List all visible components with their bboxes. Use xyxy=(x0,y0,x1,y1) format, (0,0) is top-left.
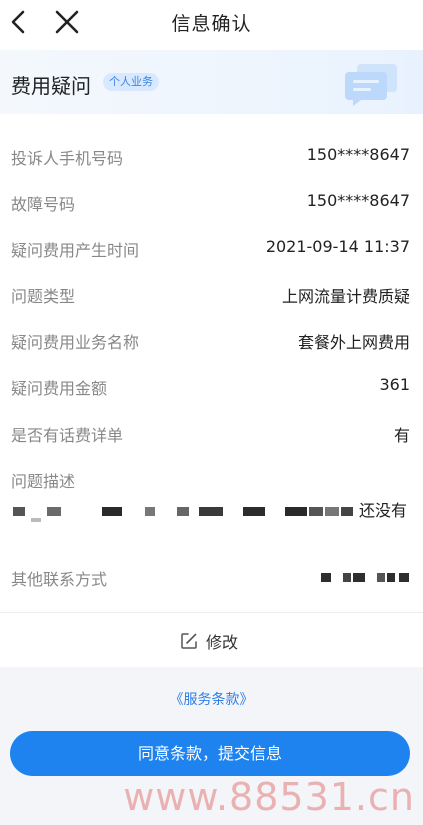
chat-icon xyxy=(345,64,397,106)
row-value: 2021-09-14 11:37 xyxy=(265,237,410,256)
description-row: 问题描述 xyxy=(0,464,423,494)
page-title: 信息确认 xyxy=(171,13,252,35)
info-row: 疑问费用业务名称 套餐外上网费用 xyxy=(0,325,423,355)
row-value: 150****8647 xyxy=(306,191,410,210)
divider xyxy=(0,612,423,613)
row-value: 上网流量计费质疑 xyxy=(281,287,410,306)
edit-button[interactable]: 修改 xyxy=(0,622,423,658)
row-label: 故障号码 xyxy=(11,195,76,214)
info-row: 问题类型 上网流量计费质疑 xyxy=(0,279,423,309)
row-label: 疑问费用业务名称 xyxy=(11,333,140,352)
edit-button-content: 修改 xyxy=(180,629,238,653)
top-bar: 信息确认 xyxy=(0,0,423,46)
row-value: 有 xyxy=(393,426,410,445)
row-label: 疑问费用产生时间 xyxy=(11,241,140,260)
description-redacted-text xyxy=(11,497,411,522)
row-label: 投诉人手机号码 xyxy=(11,149,124,168)
row-value: 361 xyxy=(379,375,410,394)
edit-icon xyxy=(181,633,197,649)
info-row: 是否有话费详单 有 xyxy=(0,418,423,448)
banner-title: 费用疑问 xyxy=(11,74,91,98)
row-label: 是否有话费详单 xyxy=(11,426,124,445)
terms-link[interactable]: 《服务条款》 xyxy=(0,689,423,709)
contact-label: 其他联系方式 xyxy=(11,570,108,589)
info-banner: 费用疑问 个人业务 xyxy=(0,50,423,114)
row-label: 疑问费用金额 xyxy=(11,379,108,398)
info-row: 故障号码 150****8647 xyxy=(0,187,423,217)
submit-button[interactable]: 同意条款，提交信息 xyxy=(10,731,410,776)
row-label: 问题类型 xyxy=(11,287,76,306)
contact-redacted-value xyxy=(321,573,411,583)
row-value: 150****8647 xyxy=(306,145,410,164)
edit-label: 修改 xyxy=(206,633,239,652)
watermark: www.88531.cn xyxy=(123,775,415,819)
category-badge: 个人业务 xyxy=(103,73,159,91)
description-label: 问题描述 xyxy=(11,472,76,491)
description-visible-text: 还没有 xyxy=(358,501,407,520)
row-value: 套餐外上网费用 xyxy=(297,333,410,352)
info-row: 疑问费用产生时间 2021-09-14 11:37 xyxy=(0,233,423,263)
info-row: 疑问费用金额 361 xyxy=(0,371,423,401)
info-row: 投诉人手机号码 150****8647 xyxy=(0,141,423,171)
